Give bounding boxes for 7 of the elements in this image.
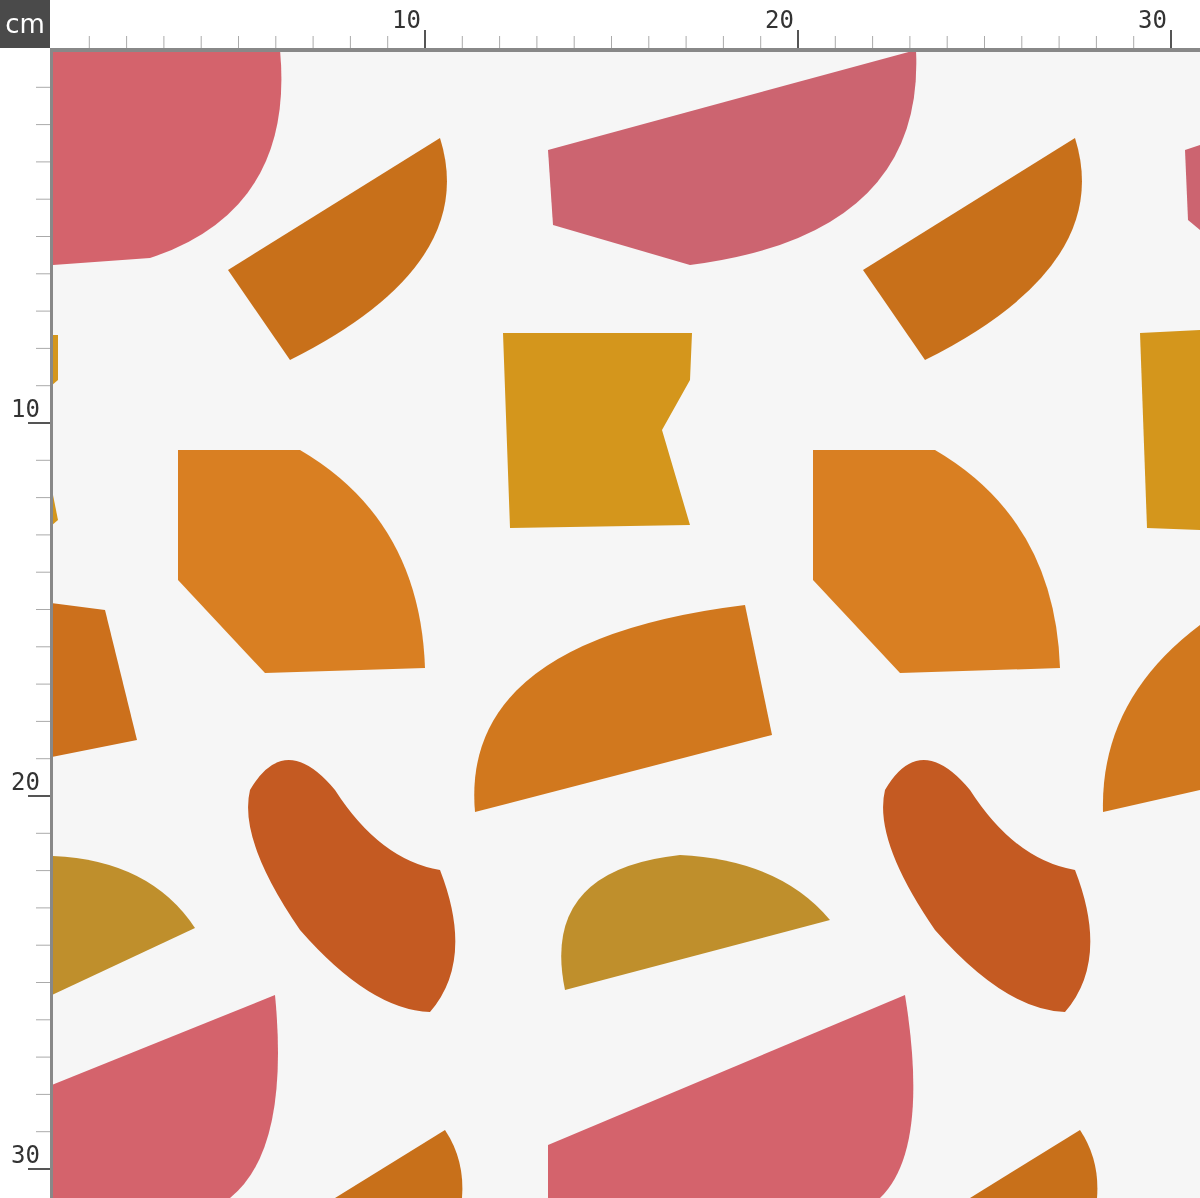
ruler-label: 10: [11, 395, 40, 423]
ruler-label: 10: [392, 6, 421, 34]
unit-label: cm: [0, 0, 50, 48]
ruler-label: 30: [1138, 6, 1167, 34]
ruler-label: 20: [765, 6, 794, 34]
ruler-label: 20: [11, 768, 40, 796]
ruler-label: 30: [11, 1141, 40, 1169]
